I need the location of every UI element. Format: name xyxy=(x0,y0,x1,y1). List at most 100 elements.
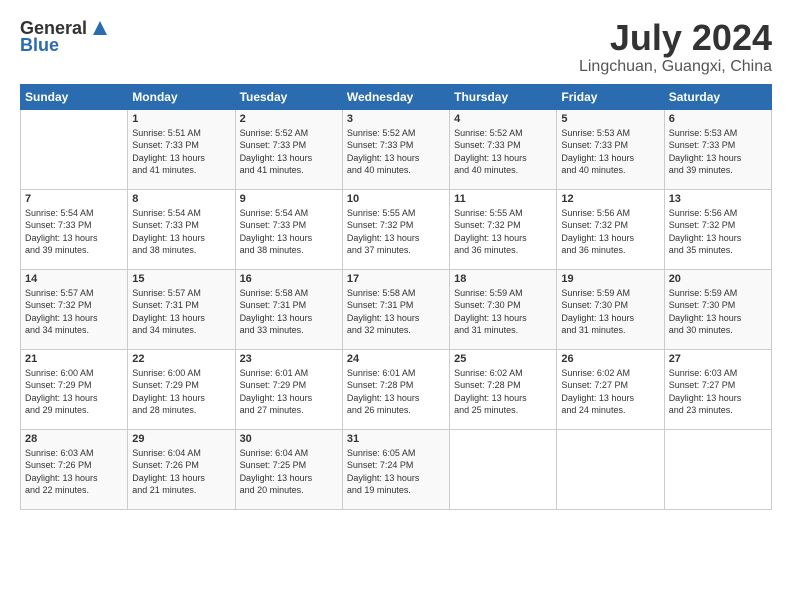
day-number: 6 xyxy=(669,113,767,125)
calendar-cell xyxy=(664,429,771,509)
calendar-cell xyxy=(21,109,128,189)
day-number: 19 xyxy=(561,273,659,285)
week-row-4: 21 Sunrise: 6:00 AM Sunset: 7:29 PM Dayli… xyxy=(21,349,772,429)
cell-info: Sunrise: 5:54 AM Sunset: 7:33 PM Dayligh… xyxy=(240,207,338,257)
day-number: 10 xyxy=(347,193,445,205)
cell-info: Sunrise: 6:01 AM Sunset: 7:28 PM Dayligh… xyxy=(347,367,445,417)
calendar-cell: 19 Sunrise: 5:59 AM Sunset: 7:30 PM Dayli… xyxy=(557,269,664,349)
cell-info: Sunrise: 5:55 AM Sunset: 7:32 PM Dayligh… xyxy=(454,207,552,257)
calendar-cell: 26 Sunrise: 6:02 AM Sunset: 7:27 PM Dayli… xyxy=(557,349,664,429)
calendar-cell: 1 Sunrise: 5:51 AM Sunset: 7:33 PM Daylig… xyxy=(128,109,235,189)
cell-info: Sunrise: 5:55 AM Sunset: 7:32 PM Dayligh… xyxy=(347,207,445,257)
day-number: 30 xyxy=(240,433,338,445)
calendar-cell: 28 Sunrise: 6:03 AM Sunset: 7:26 PM Dayli… xyxy=(21,429,128,509)
cell-info: Sunrise: 6:01 AM Sunset: 7:29 PM Dayligh… xyxy=(240,367,338,417)
calendar-cell: 17 Sunrise: 5:58 AM Sunset: 7:31 PM Dayli… xyxy=(342,269,449,349)
day-number: 5 xyxy=(561,113,659,125)
cell-info: Sunrise: 5:53 AM Sunset: 7:33 PM Dayligh… xyxy=(669,127,767,177)
col-header-tuesday: Tuesday xyxy=(235,84,342,109)
cell-info: Sunrise: 5:59 AM Sunset: 7:30 PM Dayligh… xyxy=(454,287,552,337)
day-number: 17 xyxy=(347,273,445,285)
cell-info: Sunrise: 6:05 AM Sunset: 7:24 PM Dayligh… xyxy=(347,447,445,497)
col-header-saturday: Saturday xyxy=(664,84,771,109)
cell-info: Sunrise: 5:54 AM Sunset: 7:33 PM Dayligh… xyxy=(25,207,123,257)
calendar-cell: 12 Sunrise: 5:56 AM Sunset: 7:32 PM Dayli… xyxy=(557,189,664,269)
week-row-3: 14 Sunrise: 5:57 AM Sunset: 7:32 PM Dayli… xyxy=(21,269,772,349)
calendar-cell: 3 Sunrise: 5:52 AM Sunset: 7:33 PM Daylig… xyxy=(342,109,449,189)
cell-info: Sunrise: 6:02 AM Sunset: 7:28 PM Dayligh… xyxy=(454,367,552,417)
cell-info: Sunrise: 5:58 AM Sunset: 7:31 PM Dayligh… xyxy=(347,287,445,337)
col-header-wednesday: Wednesday xyxy=(342,84,449,109)
calendar-cell: 25 Sunrise: 6:02 AM Sunset: 7:28 PM Dayli… xyxy=(450,349,557,429)
cell-info: Sunrise: 6:00 AM Sunset: 7:29 PM Dayligh… xyxy=(25,367,123,417)
calendar-header-row: SundayMondayTuesdayWednesdayThursdayFrid… xyxy=(21,84,772,109)
title-block: July 2024 Lingchuan, Guangxi, China xyxy=(579,18,772,76)
calendar-cell: 27 Sunrise: 6:03 AM Sunset: 7:27 PM Dayli… xyxy=(664,349,771,429)
logo-icon xyxy=(89,17,111,39)
calendar-cell: 21 Sunrise: 6:00 AM Sunset: 7:29 PM Dayli… xyxy=(21,349,128,429)
cell-info: Sunrise: 5:52 AM Sunset: 7:33 PM Dayligh… xyxy=(240,127,338,177)
day-number: 31 xyxy=(347,433,445,445)
day-number: 16 xyxy=(240,273,338,285)
cell-info: Sunrise: 5:52 AM Sunset: 7:33 PM Dayligh… xyxy=(454,127,552,177)
day-number: 25 xyxy=(454,353,552,365)
cell-info: Sunrise: 6:04 AM Sunset: 7:26 PM Dayligh… xyxy=(132,447,230,497)
calendar-cell: 29Sunrise: 6:04 AM Sunset: 7:26 PM Dayli… xyxy=(128,429,235,509)
week-row-5: 28 Sunrise: 6:03 AM Sunset: 7:26 PM Dayli… xyxy=(21,429,772,509)
day-number: 22 xyxy=(132,353,230,365)
calendar-table: SundayMondayTuesdayWednesdayThursdayFrid… xyxy=(20,84,772,510)
calendar-cell: 22Sunrise: 6:00 AM Sunset: 7:29 PM Dayli… xyxy=(128,349,235,429)
cell-info: Sunrise: 5:59 AM Sunset: 7:30 PM Dayligh… xyxy=(669,287,767,337)
month-year-title: July 2024 xyxy=(579,18,772,58)
calendar-cell: 4 Sunrise: 5:52 AM Sunset: 7:33 PM Daylig… xyxy=(450,109,557,189)
day-number: 28 xyxy=(25,433,123,445)
cell-info: Sunrise: 5:53 AM Sunset: 7:33 PM Dayligh… xyxy=(561,127,659,177)
day-number: 7 xyxy=(25,193,123,205)
cell-info: Sunrise: 5:52 AM Sunset: 7:33 PM Dayligh… xyxy=(347,127,445,177)
day-number: 24 xyxy=(347,353,445,365)
calendar-cell: 31 Sunrise: 6:05 AM Sunset: 7:24 PM Dayli… xyxy=(342,429,449,509)
day-number: 4 xyxy=(454,113,552,125)
calendar-cell: 11Sunrise: 5:55 AM Sunset: 7:32 PM Dayli… xyxy=(450,189,557,269)
day-number: 23 xyxy=(240,353,338,365)
calendar-cell: 10 Sunrise: 5:55 AM Sunset: 7:32 PM Dayli… xyxy=(342,189,449,269)
calendar-cell: 30 Sunrise: 6:04 AM Sunset: 7:25 PM Dayli… xyxy=(235,429,342,509)
cell-info: Sunrise: 6:03 AM Sunset: 7:27 PM Dayligh… xyxy=(669,367,767,417)
calendar-cell: 14 Sunrise: 5:57 AM Sunset: 7:32 PM Dayli… xyxy=(21,269,128,349)
calendar-cell: 24 Sunrise: 6:01 AM Sunset: 7:28 PM Dayli… xyxy=(342,349,449,429)
day-number: 20 xyxy=(669,273,767,285)
cell-info: Sunrise: 5:57 AM Sunset: 7:32 PM Dayligh… xyxy=(25,287,123,337)
calendar-cell: 23 Sunrise: 6:01 AM Sunset: 7:29 PM Dayli… xyxy=(235,349,342,429)
cell-info: Sunrise: 6:03 AM Sunset: 7:26 PM Dayligh… xyxy=(25,447,123,497)
cell-info: Sunrise: 5:54 AM Sunset: 7:33 PM Dayligh… xyxy=(132,207,230,257)
calendar-cell: 2 Sunrise: 5:52 AM Sunset: 7:33 PM Daylig… xyxy=(235,109,342,189)
calendar-cell: 8Sunrise: 5:54 AM Sunset: 7:33 PM Daylig… xyxy=(128,189,235,269)
calendar-cell: 6 Sunrise: 5:53 AM Sunset: 7:33 PM Daylig… xyxy=(664,109,771,189)
day-number: 2 xyxy=(240,113,338,125)
col-header-friday: Friday xyxy=(557,84,664,109)
cell-info: Sunrise: 5:56 AM Sunset: 7:32 PM Dayligh… xyxy=(561,207,659,257)
cell-info: Sunrise: 5:56 AM Sunset: 7:32 PM Dayligh… xyxy=(669,207,767,257)
calendar-body: 1 Sunrise: 5:51 AM Sunset: 7:33 PM Daylig… xyxy=(21,109,772,509)
col-header-sunday: Sunday xyxy=(21,84,128,109)
day-number: 27 xyxy=(669,353,767,365)
cell-info: Sunrise: 5:51 AM Sunset: 7:33 PM Dayligh… xyxy=(132,127,230,177)
calendar-cell: 5 Sunrise: 5:53 AM Sunset: 7:33 PM Daylig… xyxy=(557,109,664,189)
location-subtitle: Lingchuan, Guangxi, China xyxy=(579,58,772,76)
day-number: 3 xyxy=(347,113,445,125)
day-number: 21 xyxy=(25,353,123,365)
day-number: 15 xyxy=(132,273,230,285)
cell-info: Sunrise: 6:04 AM Sunset: 7:25 PM Dayligh… xyxy=(240,447,338,497)
week-row-1: 1 Sunrise: 5:51 AM Sunset: 7:33 PM Daylig… xyxy=(21,109,772,189)
day-number: 26 xyxy=(561,353,659,365)
calendar-cell: 18Sunrise: 5:59 AM Sunset: 7:30 PM Dayli… xyxy=(450,269,557,349)
cell-info: Sunrise: 5:59 AM Sunset: 7:30 PM Dayligh… xyxy=(561,287,659,337)
day-number: 14 xyxy=(25,273,123,285)
calendar-cell: 7 Sunrise: 5:54 AM Sunset: 7:33 PM Daylig… xyxy=(21,189,128,269)
calendar-cell: 20 Sunrise: 5:59 AM Sunset: 7:30 PM Dayli… xyxy=(664,269,771,349)
cell-info: Sunrise: 6:02 AM Sunset: 7:27 PM Dayligh… xyxy=(561,367,659,417)
day-number: 12 xyxy=(561,193,659,205)
col-header-monday: Monday xyxy=(128,84,235,109)
day-number: 1 xyxy=(132,113,230,125)
calendar-cell xyxy=(450,429,557,509)
